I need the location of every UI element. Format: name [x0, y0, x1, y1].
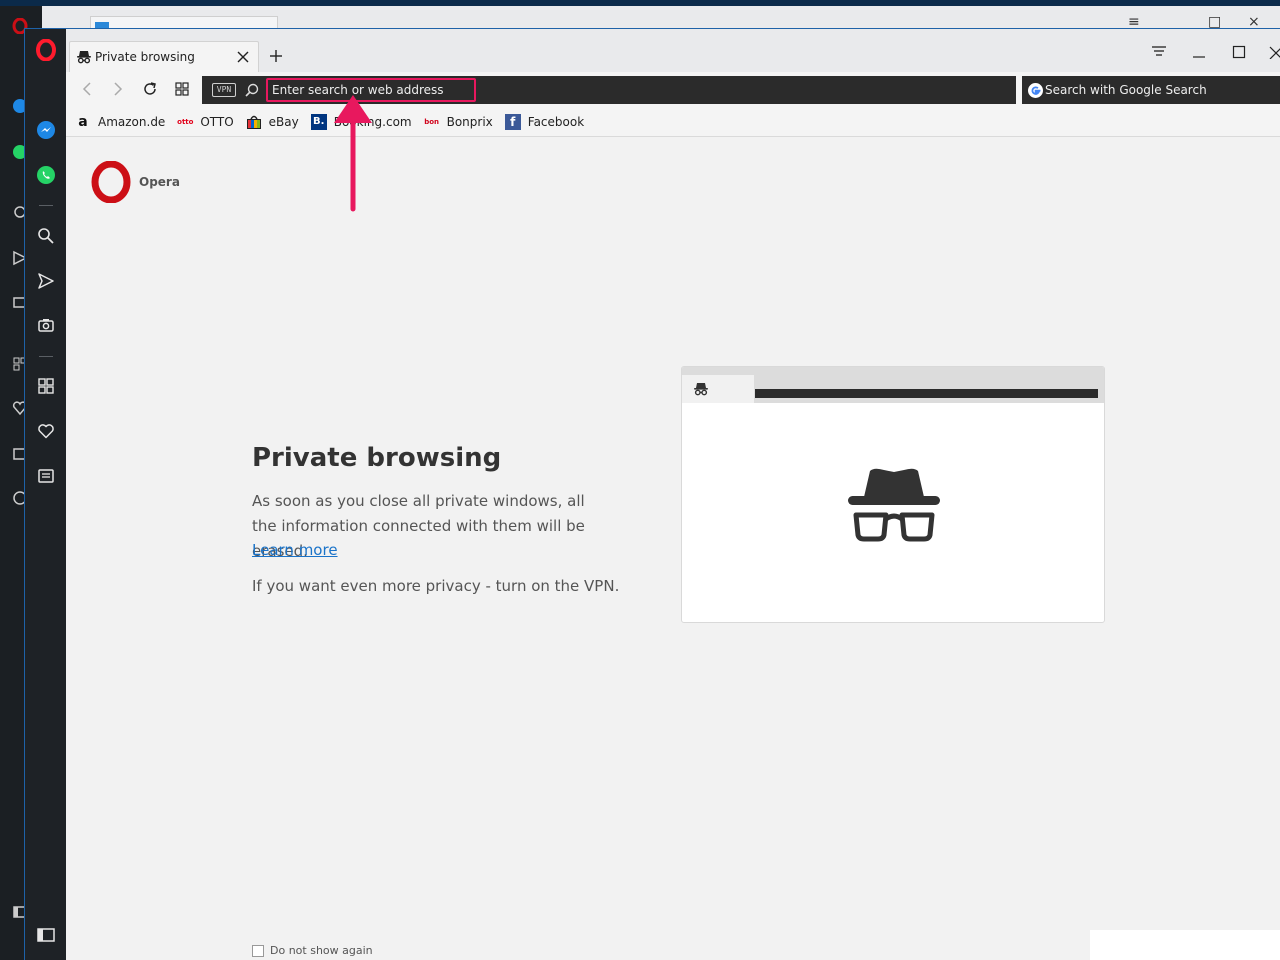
news-icon[interactable]	[35, 465, 57, 487]
page-title: Private browsing	[252, 443, 502, 473]
tab-private-browsing[interactable]: Private browsing	[69, 41, 259, 72]
illustration-tab	[682, 375, 754, 403]
background-maximize-icon: □	[1208, 14, 1222, 30]
google-icon	[1028, 82, 1043, 98]
bookmark-otto[interactable]: otto OTTO	[177, 114, 234, 130]
titlebar: Private browsing	[66, 29, 1280, 72]
incognito-icon	[694, 383, 708, 396]
close-tab-icon[interactable]	[232, 46, 254, 68]
annotation-arrow-icon	[334, 95, 372, 212]
bookmark-label: OTTO	[200, 114, 234, 129]
browser-window: Private browsing VPN Enter search or web…	[24, 28, 1280, 960]
new-tab-button[interactable]	[265, 45, 287, 67]
learn-more-link[interactable]: Learn more	[252, 541, 338, 559]
bookmark-bonprix[interactable]: bon Bonprix	[424, 114, 493, 130]
reload-icon[interactable]	[139, 78, 161, 100]
toolbar: VPN Enter search or web address Search w…	[66, 72, 1280, 107]
back-icon[interactable]	[76, 78, 98, 100]
search-icon[interactable]	[35, 225, 57, 247]
opera-menu-icon[interactable]	[35, 39, 57, 61]
ebay-icon	[246, 114, 262, 130]
forward-icon[interactable]	[107, 78, 129, 100]
booking-icon: B.	[310, 113, 327, 130]
sidebar	[25, 29, 66, 960]
heart-icon[interactable]	[35, 420, 57, 442]
sidebar-separator	[39, 356, 53, 357]
otto-icon: otto	[177, 117, 194, 126]
sidebar-separator	[39, 205, 53, 206]
dont-show-checkbox[interactable]	[252, 944, 264, 957]
bookmark-label: eBay	[268, 114, 299, 129]
plus-icon	[270, 50, 282, 62]
illustration-address-line	[755, 389, 1098, 398]
incognito-icon	[77, 51, 91, 64]
dont-show-again[interactable]: Do not show again	[252, 944, 373, 957]
incognito-large-icon	[848, 468, 940, 542]
bookmark-label: Bonprix	[446, 114, 493, 129]
facebook-icon: f	[504, 113, 521, 130]
background-close-icon: ×	[1248, 14, 1260, 30]
bookmark-label: Amazon.de	[98, 114, 166, 129]
private-window-illustration	[681, 366, 1105, 623]
address-search-icon	[245, 83, 259, 97]
background-menu-icon: ≡	[1128, 14, 1140, 30]
close-window-icon[interactable]	[1264, 41, 1280, 63]
bookmark-amazon[interactable]: a Amazon.de	[75, 114, 165, 130]
bookmark-ebay[interactable]: eBay	[246, 114, 299, 130]
bookmark-label: Facebook	[527, 114, 585, 129]
speed-dial-icon[interactable]	[35, 375, 57, 397]
brand-name: Opera	[139, 175, 180, 189]
private-browsing-page: Opera Private browsing As soon as you cl…	[66, 137, 1280, 960]
easy-setup-icon[interactable]	[1148, 41, 1170, 63]
bookmarks-bar: a Amazon.de otto OTTO eBay B. Booking.co…	[66, 107, 1280, 137]
bonprix-icon: bon	[424, 117, 440, 126]
opera-logo	[91, 161, 131, 203]
whatsapp-icon[interactable]	[35, 164, 57, 186]
camera-icon[interactable]	[35, 314, 57, 336]
search-field-label: Search with Google Search	[1045, 83, 1207, 97]
vpn-tip: If you want even more privacy - turn on …	[252, 577, 620, 595]
maximize-icon[interactable]	[1228, 41, 1250, 63]
address-bar: VPN Enter search or web address	[202, 76, 1016, 104]
sidebar-toggle-icon[interactable]	[35, 924, 57, 946]
tab-label: Private browsing	[95, 50, 195, 64]
amazon-icon: a	[78, 113, 88, 130]
send-icon[interactable]	[35, 270, 57, 292]
speed-dial-button[interactable]	[171, 78, 193, 100]
dont-show-label: Do not show again	[270, 944, 373, 957]
vpn-badge[interactable]: VPN	[212, 83, 236, 97]
blank-overlay	[1090, 930, 1280, 960]
minimize-icon[interactable]	[1188, 41, 1210, 63]
search-field[interactable]: Search with Google Search	[1022, 76, 1280, 104]
bookmark-facebook[interactable]: f Facebook	[504, 113, 585, 130]
messenger-icon[interactable]	[35, 119, 57, 141]
